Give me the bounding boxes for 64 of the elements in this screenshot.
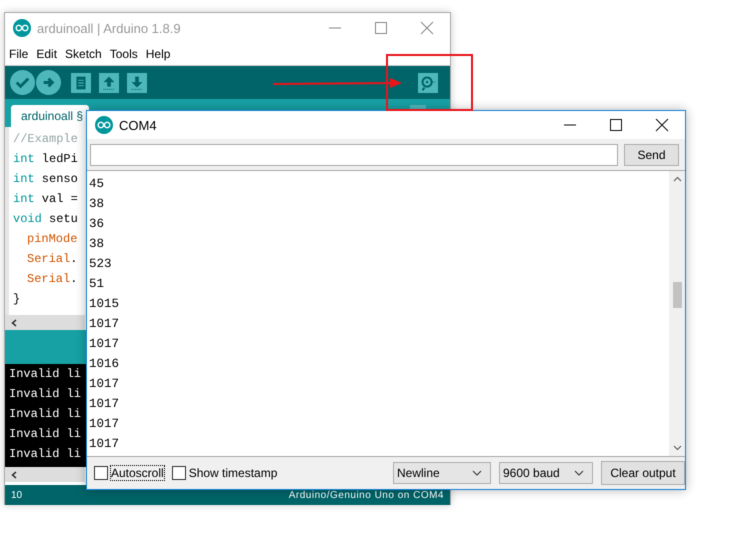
code-line: void setu (12, 211, 78, 228)
menu-item[interactable]: Help (146, 47, 170, 61)
checkbox[interactable] (172, 466, 186, 480)
infinity-logo-icon (13, 19, 31, 37)
output-line: 38 (88, 236, 104, 253)
checkmark-icon[interactable] (10, 70, 35, 95)
up-chevron-icon[interactable] (672, 176, 682, 182)
output-line: 1015 (88, 296, 120, 313)
code-line: int ledPi (12, 151, 78, 168)
output-line: 1017 (88, 376, 120, 393)
infinity-logo-icon (95, 116, 113, 134)
scrollbar-thumb[interactable] (672, 282, 682, 308)
magnifier-icon[interactable] (418, 72, 438, 92)
code-line: Serial. (26, 251, 78, 268)
code-line: int senso (12, 171, 78, 188)
output-line: 36 (88, 216, 104, 233)
sketch-tab[interactable]: arduinoall § (11, 105, 90, 127)
window-title: COM4 (119, 118, 157, 132)
down-chevron-icon[interactable] (672, 445, 682, 451)
vertical-scrollbar[interactable] (669, 171, 685, 456)
code-line: //Example (12, 131, 78, 148)
baud-rate-dropdown[interactable]: 9600 baud (499, 462, 593, 484)
checkbox[interactable] (94, 466, 108, 480)
console-line: Invalid li (8, 446, 82, 463)
output-line: 523 (88, 256, 112, 273)
output-line: 1017 (88, 416, 120, 433)
message-input-field[interactable] (90, 144, 618, 166)
send-button[interactable]: Send (624, 144, 679, 166)
output-line: 45 (88, 176, 104, 193)
output-line: 51 (88, 276, 104, 293)
code-line: int val = (12, 191, 78, 208)
line-ending-dropdown[interactable]: Newline (393, 462, 491, 484)
menu-item[interactable]: File (9, 47, 28, 61)
output-line: 38 (88, 196, 104, 213)
output-line: 1017 (88, 436, 120, 453)
console-line: Invalid li (8, 406, 82, 423)
board-info: Arduino/Genuino Uno on COM4 (288, 490, 444, 500)
line-number: 10 (11, 490, 22, 500)
output-line: 1017 (88, 336, 120, 353)
checkbox-label[interactable]: Autoscroll (111, 466, 164, 480)
console-line: Invalid li (8, 386, 82, 403)
console-line: Invalid li (8, 366, 82, 383)
clear-output-button[interactable]: Clear output (601, 461, 685, 485)
left-chevron-icon[interactable] (11, 318, 17, 326)
code-line: pinMode (26, 231, 78, 248)
output-line: 1017 (88, 396, 120, 413)
close-icon[interactable] (655, 118, 669, 132)
checkbox-label[interactable]: Show timestamp (188, 466, 278, 480)
menu-item[interactable]: Edit (36, 47, 58, 61)
caret-icon (574, 470, 584, 476)
maximize-icon[interactable] (609, 118, 623, 132)
output-line: 1017 (88, 316, 120, 333)
console-line: Invalid li (8, 426, 82, 443)
code-line: } (12, 291, 20, 308)
horizontal-scrollbar[interactable] (5, 467, 85, 482)
code-line: Serial. (26, 271, 78, 288)
document-icon[interactable] (71, 72, 91, 92)
menu-item[interactable]: Tools (110, 47, 138, 61)
window-title: arduinoall | Arduino 1.8.9 (37, 20, 181, 36)
output-line: 1016 (88, 356, 120, 373)
caret-icon (472, 470, 482, 476)
horizontal-scrollbar[interactable] (5, 315, 85, 330)
left-chevron-icon[interactable] (11, 470, 17, 478)
menu-item[interactable]: Sketch (65, 47, 102, 61)
